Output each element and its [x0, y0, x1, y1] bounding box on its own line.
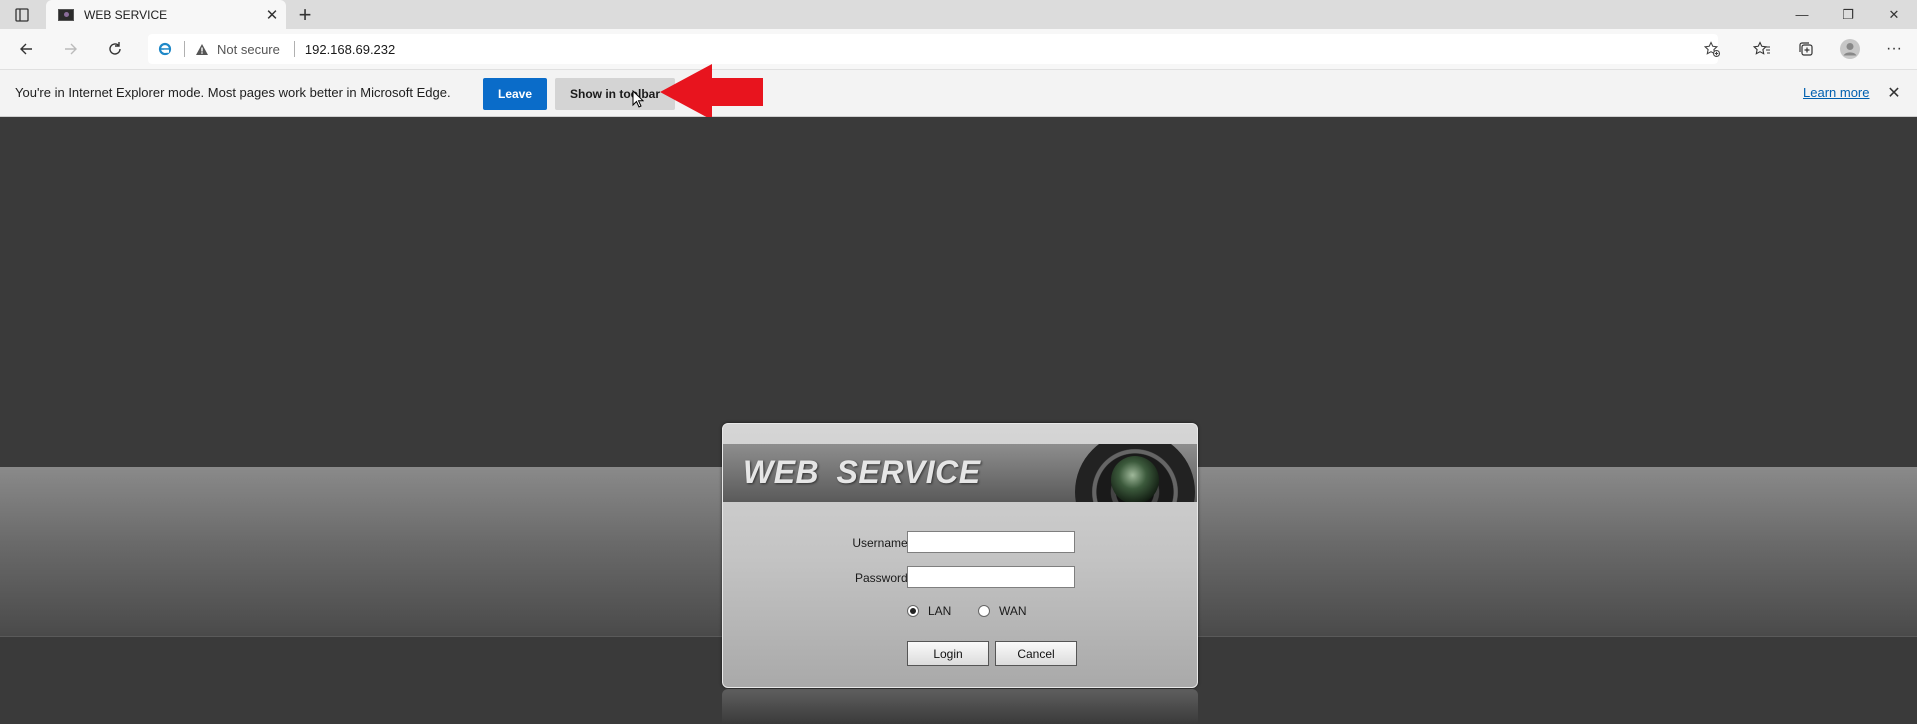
lan-radio[interactable]	[907, 605, 919, 617]
forward-arrow-icon[interactable]	[57, 35, 85, 63]
leave-button[interactable]: Leave	[483, 78, 547, 110]
address-bar[interactable]: Not secure 192.168.69.232	[148, 34, 1718, 64]
password-label: Password:	[854, 571, 911, 585]
web-service-page: WEB SERVICE Username: Password: LAN WAN …	[0, 117, 1917, 724]
more-menu-icon[interactable]: ···	[1877, 34, 1911, 64]
learn-more-link[interactable]: Learn more	[1803, 85, 1869, 100]
username-field[interactable]	[907, 531, 1075, 553]
wan-radio[interactable]	[978, 605, 990, 617]
warning-triangle-icon[interactable]	[195, 43, 209, 56]
login-title: WEB SERVICE	[743, 454, 981, 490]
separator	[293, 41, 295, 57]
refresh-icon[interactable]	[101, 35, 129, 63]
mouse-cursor-icon	[632, 90, 644, 108]
close-infobar-icon[interactable]: ✕	[1883, 82, 1905, 104]
favorites-icon[interactable]	[1745, 34, 1779, 64]
camera-favicon-icon	[58, 8, 74, 21]
restore-icon[interactable]: ❐	[1825, 0, 1871, 29]
tab-actions-icon[interactable]	[10, 5, 34, 25]
tab-strip: WEB SERVICE ✕ + — ❐ ✕	[0, 0, 1917, 29]
url-text[interactable]: 192.168.69.232	[305, 42, 395, 57]
panel-reflection	[722, 689, 1198, 724]
star-plus-icon[interactable]	[1697, 34, 1727, 64]
infobar-message: You're in Internet Explorer mode. Most p…	[15, 85, 451, 100]
ie-mode-infobar: You're in Internet Explorer mode. Most p…	[0, 69, 1917, 117]
browser-toolbar-icons: ···	[1745, 34, 1911, 64]
login-header: WEB SERVICE	[723, 444, 1197, 502]
lan-radio-label[interactable]: LAN	[928, 604, 951, 618]
red-arrow-annotation	[660, 64, 763, 120]
close-tab-icon[interactable]: ✕	[258, 3, 286, 27]
collections-icon[interactable]	[1789, 34, 1823, 64]
minimize-icon[interactable]: —	[1779, 0, 1825, 29]
profile-icon[interactable]	[1833, 34, 1867, 64]
close-window-icon[interactable]: ✕	[1871, 0, 1917, 29]
internet-explorer-icon[interactable]	[156, 40, 174, 58]
separator	[184, 41, 185, 57]
cancel-button[interactable]: Cancel	[995, 641, 1077, 666]
plus-icon[interactable]: +	[292, 2, 318, 27]
password-field[interactable]	[907, 566, 1075, 588]
security-status[interactable]: Not secure	[217, 42, 280, 57]
username-label: Username:	[852, 536, 911, 550]
wan-radio-label[interactable]: WAN	[999, 604, 1027, 618]
tab-title: WEB SERVICE	[84, 7, 168, 22]
back-arrow-icon[interactable]	[12, 35, 40, 63]
show-in-toolbar-button[interactable]: Show in toolbar	[555, 78, 675, 110]
tab-web-service[interactable]: WEB SERVICE ✕	[46, 0, 286, 29]
login-panel: WEB SERVICE Username: Password: LAN WAN …	[722, 423, 1198, 688]
window-controls: — ❐ ✕	[1779, 0, 1917, 29]
navigation-bar: Not secure 192.168.69.232 ···	[0, 29, 1917, 69]
camera-lens-glass	[1111, 456, 1159, 502]
login-button[interactable]: Login	[907, 641, 989, 666]
